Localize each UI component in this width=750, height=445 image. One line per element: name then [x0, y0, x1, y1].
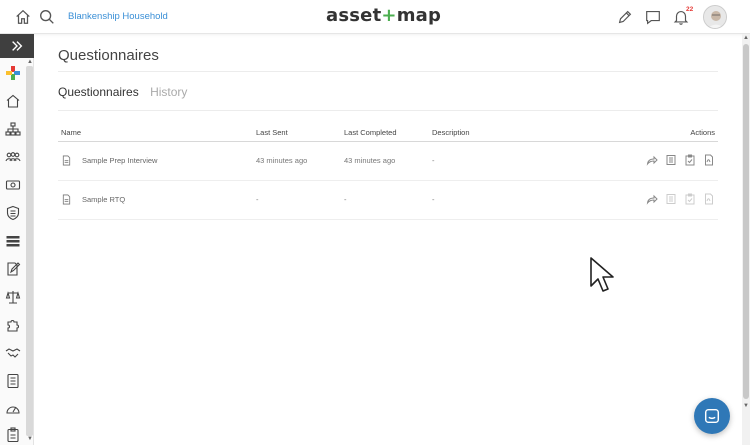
logo-text-map: map [396, 5, 442, 26]
column-header-last-completed: Last Completed [341, 124, 429, 142]
actions-cell [535, 141, 718, 181]
main-content: Questionnaires Questionnaires History Na… [34, 34, 740, 445]
pdf-icon[interactable] [703, 154, 715, 166]
clipboard-icon[interactable] [5, 427, 21, 443]
chat-icon [704, 408, 720, 424]
page-scroll-up-icon[interactable]: ▲ [743, 35, 749, 41]
scroll-up-arrow-icon[interactable]: ▲ [27, 59, 33, 65]
org-chart-icon[interactable] [5, 121, 21, 137]
questionnaires-table: Name Last Sent Last Completed Descriptio… [58, 124, 718, 220]
description-cell: - [429, 141, 536, 181]
description-cell: - [429, 180, 536, 220]
message-icon[interactable] [644, 8, 662, 26]
sidebar-home-icon[interactable] [5, 93, 21, 109]
tab-history[interactable]: History [150, 85, 187, 99]
user-avatar[interactable] [703, 5, 727, 29]
household-link[interactable]: Blankenship Household [68, 11, 168, 22]
view-responses-icon [665, 193, 677, 205]
asset-map-logo[interactable]: asset+map [326, 5, 441, 26]
clipboard-check-icon [684, 193, 696, 205]
top-bar: Blankenship Household asset+map 22 [0, 0, 750, 34]
list-panel-icon[interactable] [5, 233, 21, 249]
column-header-last-sent: Last Sent [253, 124, 341, 142]
page-scroll-thumb[interactable] [743, 44, 749, 399]
document-icon [62, 194, 71, 205]
chat-launcher-button[interactable] [694, 398, 730, 434]
share-icon[interactable] [646, 193, 658, 205]
share-icon[interactable] [646, 154, 658, 166]
table-row: Sample Prep Interview 43 minutes ago 43 … [58, 141, 718, 181]
money-icon[interactable] [5, 177, 21, 193]
app-root: Blankenship Household asset+map 22 ▲ ▼ Q… [0, 0, 750, 445]
logo-text-asset: asset [326, 5, 382, 26]
page-title: Questionnaires [58, 47, 159, 64]
handshake-icon[interactable] [5, 345, 21, 361]
notification-badge: 22 [686, 6, 694, 13]
questionnaire-name-link[interactable]: Sample RTQ [82, 195, 125, 204]
expand-sidebar-button[interactable] [0, 34, 34, 58]
balance-scale-icon[interactable] [5, 289, 21, 305]
last-sent-cell: 43 minutes ago [253, 141, 341, 181]
view-responses-icon[interactable] [665, 154, 677, 166]
report-icon[interactable] [5, 373, 21, 389]
people-group-icon[interactable] [5, 149, 21, 165]
questionnaire-name-link[interactable]: Sample Prep Interview [82, 156, 157, 165]
name-cell: Sample Prep Interview [58, 141, 253, 181]
column-header-actions: Actions [535, 124, 718, 142]
clipboard-check-icon[interactable] [684, 154, 696, 166]
search-icon[interactable] [38, 8, 56, 26]
left-sidebar: ▲ ▼ [0, 34, 34, 445]
puzzle-icon[interactable] [5, 317, 21, 333]
tab-divider [58, 110, 718, 111]
edit-document-icon[interactable] [5, 261, 21, 277]
page-scroll-down-icon[interactable]: ▼ [743, 403, 749, 409]
document-icon [62, 155, 71, 166]
last-completed-cell: 43 minutes ago [341, 141, 429, 181]
logo-plus: + [381, 5, 397, 26]
last-sent-cell: - [253, 180, 341, 220]
brand-plus-icon[interactable] [5, 65, 21, 81]
table-row: Sample RTQ - - - [58, 180, 718, 220]
column-header-description: Description [429, 124, 536, 142]
pen-icon[interactable] [616, 8, 634, 26]
shield-icon[interactable] [5, 205, 21, 221]
tab-bar: Questionnaires History [58, 85, 195, 99]
home-icon[interactable] [14, 8, 32, 26]
tab-questionnaires[interactable]: Questionnaires [58, 85, 139, 99]
table-header-row: Name Last Sent Last Completed Descriptio… [58, 124, 718, 142]
page-scrollbar[interactable]: ▲ ▼ [742, 34, 750, 445]
last-completed-cell: - [341, 180, 429, 220]
actions-cell [535, 180, 718, 220]
pdf-icon [703, 193, 715, 205]
double-chevron-right-icon [12, 41, 23, 51]
mouse-cursor-icon [589, 256, 615, 294]
gauge-icon[interactable] [5, 401, 21, 417]
sidebar-scrollbar[interactable] [26, 66, 33, 436]
scroll-down-arrow-icon[interactable]: ▼ [27, 436, 33, 442]
column-header-name: Name [58, 124, 253, 142]
name-cell: Sample RTQ [58, 180, 253, 220]
title-divider [58, 71, 718, 72]
